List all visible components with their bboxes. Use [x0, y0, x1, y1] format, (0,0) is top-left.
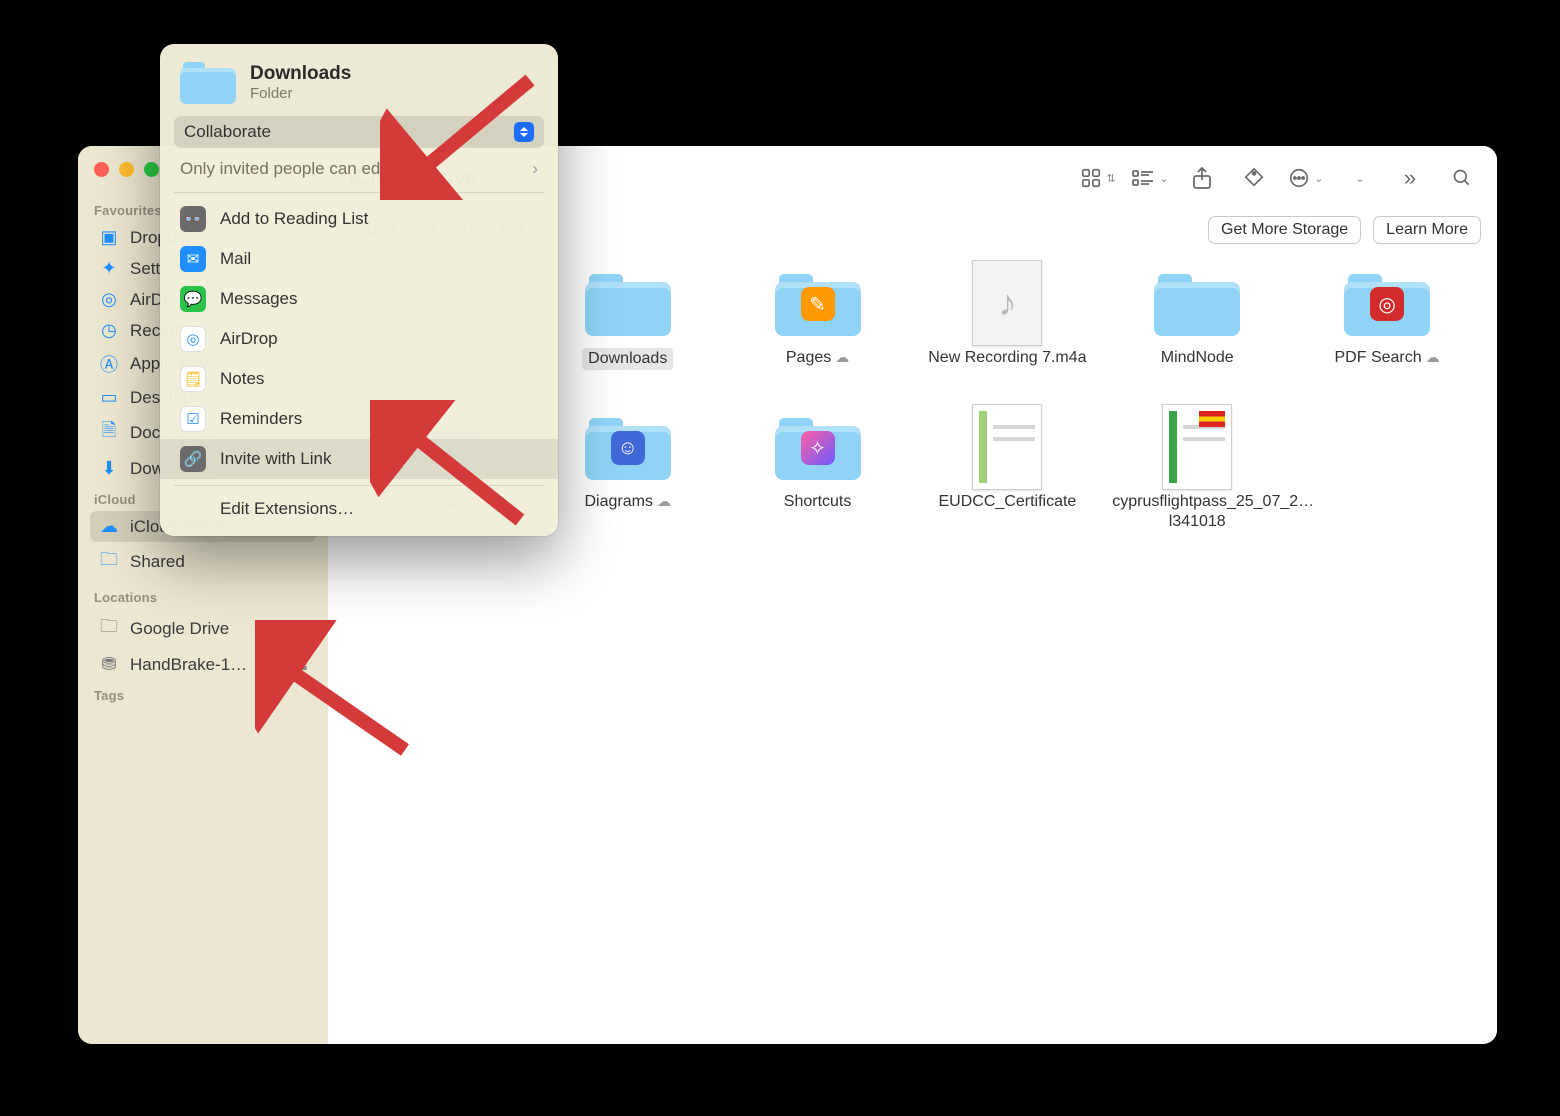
folder-icon: ▣	[98, 227, 120, 248]
get-more-storage-button[interactable]: Get More Storage	[1208, 216, 1361, 244]
file-item-diagrams[interactable]: ☺ Diagrams☁	[538, 410, 718, 532]
sidebar-item-handbrake[interactable]: ⛃HandBrake-1…⏏	[90, 649, 316, 680]
folder-icon: ◎	[1344, 270, 1430, 336]
group-by-button[interactable]: ⌄	[1131, 162, 1169, 194]
document-icon	[972, 404, 1042, 490]
diagrams-app-icon: ☺	[611, 431, 645, 465]
audio-file-icon: ♪	[972, 260, 1042, 346]
cloud-icon: ☁	[98, 516, 120, 537]
shared-folder-icon: 🗀	[98, 547, 120, 577]
file-item-mindnode[interactable]: MindNode	[1107, 266, 1287, 370]
settings-icon: ✦	[98, 258, 120, 279]
search-button[interactable]	[1443, 162, 1481, 194]
file-item-eudcc[interactable]: EUDCC_Certificate	[917, 410, 1097, 532]
chevron-updown-icon	[514, 122, 534, 142]
share-button[interactable]	[1183, 162, 1221, 194]
close-window-button[interactable]	[94, 162, 109, 177]
mail-icon: ✉	[180, 246, 206, 272]
glasses-icon: 👓	[180, 206, 206, 232]
learn-more-button[interactable]: Learn More	[1373, 216, 1481, 244]
file-item-cyprus[interactable]: cyprusflightpass_25_07_2…l341018	[1107, 410, 1287, 532]
collaborate-mode-select[interactable]: Collaborate	[174, 116, 544, 148]
file-item-new-recording[interactable]: ♪ New Recording 7.m4a	[917, 266, 1097, 370]
sidebar-item-shared[interactable]: 🗀Shared	[90, 542, 316, 582]
popover-subtitle: Folder	[250, 85, 351, 102]
disk-icon: ⛃	[98, 654, 120, 675]
cloud-download-icon: ☁	[657, 493, 671, 509]
share-mail[interactable]: ✉ Mail	[160, 239, 558, 279]
chevron-down-icon: ⌄	[1159, 172, 1168, 185]
share-messages[interactable]: 💬 Messages	[160, 279, 558, 319]
share-invite-with-link[interactable]: 🔗 Invite with Link	[160, 439, 558, 479]
pages-app-icon: ✎	[801, 287, 835, 321]
share-reading-list[interactable]: 👓 Add to Reading List	[160, 199, 558, 239]
overflow-toolbar-2[interactable]: »	[1391, 162, 1429, 194]
popover-header: Downloads Folder	[160, 58, 558, 116]
action-menu-button[interactable]: ⌄	[1287, 162, 1325, 194]
minimize-window-button[interactable]	[119, 162, 134, 177]
chevron-updown-icon: ⇅	[1106, 172, 1115, 185]
sidebar-heading-tags: Tags	[94, 688, 312, 703]
folder-icon	[180, 60, 236, 104]
share-reminders[interactable]: ☑ Reminders	[160, 399, 558, 439]
messages-icon: 💬	[180, 286, 206, 312]
sidebar-heading-locations: Locations	[94, 590, 312, 605]
desktop-icon: ▭	[98, 387, 120, 408]
downloads-icon: ⬇	[98, 458, 120, 479]
clock-icon: ◷	[98, 320, 120, 341]
sidebar-item-google-drive[interactable]: 🗀Google Drive	[90, 609, 316, 649]
file-item-shortcuts[interactable]: ✧ Shortcuts	[728, 410, 908, 532]
cloud-download-icon: ☁	[1426, 349, 1440, 365]
airdrop-icon: ◎	[98, 289, 120, 310]
zoom-window-button[interactable]	[144, 162, 159, 177]
view-icons-button[interactable]: ⇅	[1079, 162, 1117, 194]
notes-icon: 🗒	[180, 366, 206, 392]
drive-icon: 🗀	[98, 614, 120, 644]
chevron-down-icon: ⌄	[1355, 172, 1364, 185]
chevron-down-icon: ⌄	[1314, 172, 1323, 185]
folder-icon: ✎	[775, 270, 861, 336]
reminders-icon: ☑	[180, 406, 206, 432]
permission-row[interactable]: Only invited people can edit. ›	[160, 152, 558, 186]
airdrop-icon: ◎	[180, 326, 206, 352]
tags-button[interactable]	[1235, 162, 1273, 194]
file-item-downloads[interactable]: Downloads	[538, 266, 718, 370]
file-item-pages[interactable]: ✎ Pages☁	[728, 266, 908, 370]
folder-icon	[1154, 270, 1240, 336]
popover-title: Downloads	[250, 63, 351, 85]
applications-icon: Ⓐ	[98, 351, 120, 377]
share-notes[interactable]: 🗒 Notes	[160, 359, 558, 399]
share-popover: Downloads Folder Collaborate Only invite…	[160, 44, 558, 536]
document-icon	[1162, 404, 1232, 490]
share-airdrop[interactable]: ◎ AirDrop	[160, 319, 558, 359]
documents-icon: 🗎	[98, 418, 120, 448]
file-item-pdf-search[interactable]: ◎ PDF Search☁	[1297, 266, 1477, 370]
cloud-download-icon: ☁	[835, 349, 849, 365]
chevron-right-icon: ›	[532, 159, 538, 179]
pdf-search-app-icon: ◎	[1370, 287, 1404, 321]
overflow-toolbar-1[interactable]: ⌄	[1339, 162, 1377, 194]
folder-icon: ✧	[775, 414, 861, 480]
more-icon: »	[1404, 165, 1416, 191]
shortcuts-app-icon: ✧	[801, 431, 835, 465]
link-icon: 🔗	[180, 446, 206, 472]
folder-icon: ☺	[585, 414, 671, 480]
eject-icon[interactable]: ⏏	[294, 656, 308, 674]
edit-extensions[interactable]: Edit Extensions…	[160, 492, 558, 526]
folder-icon	[585, 270, 671, 336]
